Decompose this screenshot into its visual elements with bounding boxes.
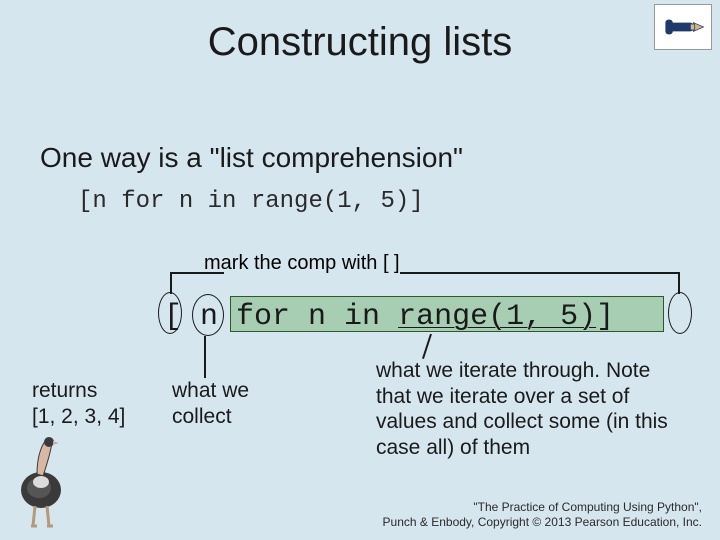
collect-annotation-l2: collect [172, 405, 232, 428]
returns-block: returns [1, 2, 3, 4] [32, 378, 125, 431]
code-iterable: range(1, 5) [398, 300, 596, 334]
connector-line [170, 272, 224, 274]
connector-line [678, 272, 680, 294]
connector-line [170, 272, 172, 294]
right-bracket-circle-icon [668, 292, 692, 334]
citation-footer: "The Practice of Computing Using Python"… [383, 500, 702, 530]
code-left-bracket: [ [164, 300, 182, 334]
brackets-annotation-label: mark the comp with [ ] [204, 252, 400, 275]
slide-subtitle: One way is a "list comprehension" [40, 142, 463, 174]
slide: Constructing lists One way is a "list co… [0, 0, 720, 540]
citation-line-2: Punch & Enbody, Copyright © 2013 Pearson… [383, 515, 702, 529]
returns-value: [1, 2, 3, 4] [32, 405, 125, 428]
code-example-small: [n for n in range(1, 5)] [78, 188, 424, 215]
ostrich-icon [6, 428, 78, 528]
citation-line-1: "The Practice of Computing Using Python"… [473, 500, 702, 514]
collect-annotation-l1: what we [172, 379, 249, 402]
connector-line [400, 272, 680, 274]
connector-line [422, 334, 432, 359]
iterate-annotation: what we iterate through. Note that we it… [376, 358, 676, 460]
returns-label: returns [32, 379, 97, 402]
connector-line [204, 336, 206, 378]
collect-annotation: what we collect [172, 378, 249, 431]
code-right-bracket: ] [596, 300, 614, 334]
code-for-clause: for n in [236, 300, 398, 334]
slide-title: Constructing lists [0, 20, 720, 65]
code-example-big: [ n for n in range(1, 5)] [164, 300, 614, 334]
code-collect-expr: n [182, 300, 236, 334]
